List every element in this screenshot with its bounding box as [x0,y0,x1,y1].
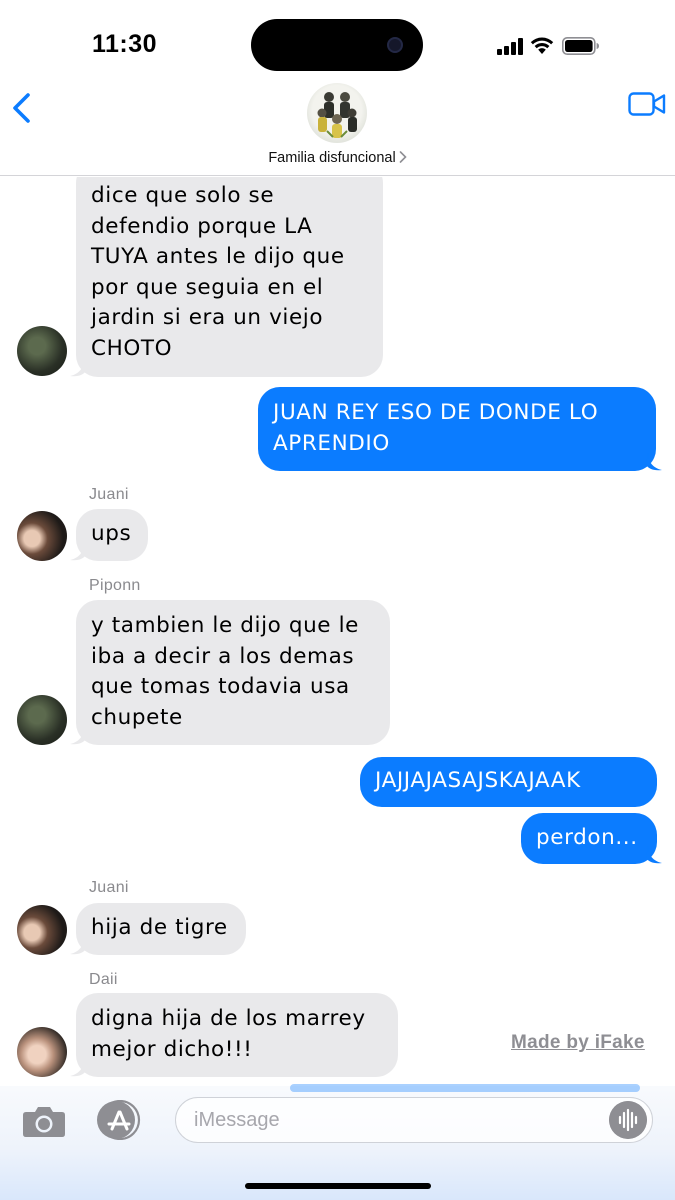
partially-hidden-bubble [290,1084,640,1092]
contact-avatar[interactable] [17,326,67,376]
imessage-input[interactable] [175,1097,653,1143]
contact-avatar[interactable] [17,511,67,561]
message-bubble[interactable]: perdon... [521,813,657,864]
sender-name: Piponn [89,577,141,594]
camera-icon[interactable] [22,1104,66,1138]
bubble-tail [70,937,86,955]
sender-name: Daii [89,971,118,988]
sender-name: Juani [89,486,129,503]
app-store-icon[interactable] [96,1100,142,1140]
contact-avatar[interactable] [17,905,67,955]
chevron-right-icon [399,151,407,163]
watermark-label: Made by iFake [511,1032,645,1053]
status-time: 11:30 [92,30,158,58]
bubble-tail [70,543,86,561]
message-bubble[interactable]: JAJJAJASAJSKAJAAK [360,757,657,807]
contact-avatar[interactable] [17,695,67,745]
message-bubble[interactable]: y tambien le dijo que le iba a decir a l… [76,600,390,745]
contact-avatar[interactable] [17,1027,67,1077]
dynamic-island [251,19,423,71]
bubble-tail [646,453,662,471]
home-indicator[interactable] [245,1183,431,1189]
video-call-icon[interactable] [628,92,666,116]
conversation-header: Familia disfuncional [0,80,675,176]
status-bar: 11:30 [0,0,675,80]
message-bubble[interactable]: hija de tigre [76,903,246,955]
group-avatar[interactable] [307,83,367,143]
message-bubble[interactable]: dice que solo se defendio porque LA TUYA… [76,177,383,377]
bubble-tail [646,846,662,864]
message-bubble[interactable]: ups [76,509,148,561]
message-list[interactable]: dice que solo se defendio porque LA TUYA… [0,177,675,1087]
back-chevron-icon[interactable] [10,92,32,124]
message-bubble[interactable]: JUAN REY ESO DE DONDE LO APRENDIO [258,387,656,471]
group-name: Familia disfuncional [268,150,396,166]
front-camera-icon [387,37,403,53]
audio-message-icon[interactable] [609,1101,647,1139]
bubble-tail [70,727,86,745]
bubble-tail [70,359,86,377]
bubble-tail [70,1059,86,1077]
group-name-link[interactable]: Familia disfuncional [0,150,675,166]
sender-name: Juani [89,879,129,896]
battery-icon [562,37,599,55]
wifi-icon [530,37,554,54]
message-bubble[interactable]: digna hija de los marrey mejor dicho!!! [76,993,398,1077]
cellular-signal-icon [497,38,525,55]
